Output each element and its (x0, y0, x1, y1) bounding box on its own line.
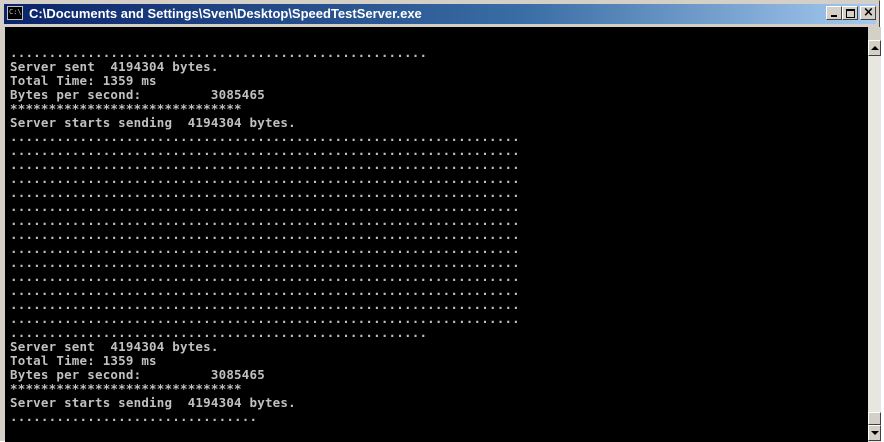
console-line: ........................................… (10, 185, 520, 200)
console-lines: ........................................… (5, 46, 520, 424)
console-line: Bytes per second: 3085465 (10, 367, 265, 382)
console-line: ........................................… (10, 143, 520, 158)
console-line: ........................................… (10, 283, 520, 298)
vertical-scrollbar[interactable] (868, 27, 881, 442)
console-line: ................................ (10, 409, 258, 424)
console-window-icon[interactable]: C:\ (7, 6, 23, 20)
console-output[interactable]: ........................................… (5, 27, 868, 442)
console-line: Server starts sending 4194304 bytes. (10, 395, 296, 410)
scrollbar-cap (868, 27, 881, 40)
minimize-button[interactable] (826, 6, 842, 20)
console-line: ........................................… (10, 227, 520, 242)
maximize-icon (846, 9, 855, 18)
console-line: Server sent 4194304 bytes. (10, 339, 219, 354)
console-line: Server sent 4194304 bytes. (10, 59, 219, 74)
console-line: ........................................… (10, 213, 520, 228)
arrow-up-icon (871, 46, 879, 50)
minimize-icon (831, 15, 837, 17)
console-line: ........................................… (10, 311, 520, 326)
console-line: ........................................… (10, 199, 520, 214)
close-button[interactable]: × (860, 5, 876, 20)
console-line: ........................................… (10, 45, 428, 60)
console-line: ****************************** (10, 101, 242, 116)
console-line: ........................................… (10, 297, 520, 312)
console-line: ****************************** (10, 381, 242, 396)
arrow-down-icon (871, 431, 879, 435)
console-line: ........................................… (10, 255, 520, 270)
console-line: ........................................… (10, 129, 520, 144)
close-icon: × (863, 5, 874, 20)
maximize-button[interactable] (842, 6, 858, 20)
window-title: C:\Documents and Settings\Sven\Desktop\S… (29, 6, 422, 21)
scrollbar-thumb[interactable] (868, 412, 881, 425)
console-line: ........................................… (10, 157, 520, 172)
console-line: ........................................… (10, 241, 520, 256)
console-line: ........................................… (10, 171, 520, 186)
console-line: ........................................… (10, 325, 428, 340)
console-line: Bytes per second: 3085465 (10, 87, 265, 102)
console-line: Total Time: 1359 ms (10, 73, 157, 88)
scroll-up-button[interactable] (868, 40, 881, 56)
scroll-down-button[interactable] (868, 425, 881, 441)
console-line: Total Time: 1359 ms (10, 353, 157, 368)
console-line: ........................................… (10, 269, 520, 284)
console-window: C:\ C:\Documents and Settings\Sven\Deskt… (0, 0, 881, 442)
title-bar[interactable]: C:\ C:\Documents and Settings\Sven\Deskt… (4, 4, 876, 24)
console-line: Server starts sending 4194304 bytes. (10, 115, 296, 130)
